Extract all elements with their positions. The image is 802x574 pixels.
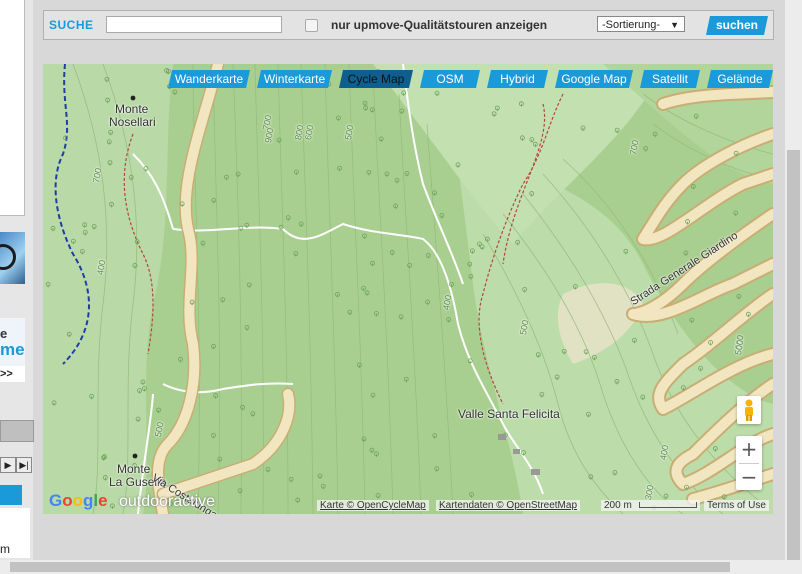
promo-image[interactable] — [0, 232, 25, 284]
terms-of-use-link[interactable]: Terms of Use — [704, 500, 769, 511]
horizontal-scroll-thumb[interactable] — [10, 562, 730, 572]
promo-text-me: me — [0, 340, 25, 359]
google-logo: Google — [49, 491, 108, 510]
scale-bar — [638, 502, 697, 509]
tab-wanderkarte[interactable]: Wanderkarte — [168, 70, 250, 88]
tab-satellit[interactable]: Satellit — [640, 70, 700, 88]
place-label-valle-santa-felicita: Valle Santa Felicita — [458, 407, 560, 421]
next-icon[interactable]: ▶| — [16, 457, 32, 473]
search-bar: SUCHE nur upmove-Qualitätstouren anzeige… — [43, 10, 774, 40]
more-link[interactable]: >> — [0, 366, 25, 382]
tab-cycle-map[interactable]: Cycle Map — [339, 70, 413, 88]
sort-select-value: -Sortierung- — [602, 19, 661, 31]
search-button[interactable]: suchen — [706, 16, 768, 35]
quality-tours-checkbox[interactable] — [305, 19, 318, 32]
vertical-scrollbar[interactable] — [785, 0, 802, 574]
promo-text-e: e — [0, 326, 8, 341]
tab-google-map[interactable]: Google Map — [555, 70, 633, 88]
place-label-nosellari: Nosellari — [109, 115, 156, 129]
zoom-control: + − — [736, 436, 762, 490]
left-sidebar: e me >> ▶ ▶| m — [0, 0, 34, 574]
outdooractive-logo: outdooractive — [119, 493, 216, 510]
tab-hybrid[interactable]: Hybrid — [487, 70, 548, 88]
quality-tours-label[interactable]: nur upmove-Qualitätstouren anzeigen — [331, 18, 547, 32]
pager-controls: ▶ ▶| — [0, 457, 32, 473]
promo-banner[interactable]: e me — [0, 318, 25, 370]
sidebar-accent-block[interactable] — [0, 485, 22, 505]
tab-osm[interactable]: OSM — [420, 70, 480, 88]
vertical-scroll-thumb[interactable] — [787, 150, 800, 560]
zoom-in-button[interactable]: + — [736, 436, 762, 463]
tab-gelaende[interactable]: Gelände — [707, 70, 773, 88]
map-scale: 200 m — [601, 500, 700, 511]
attribution-data-link[interactable]: Kartendaten © OpenStreetMap — [436, 500, 581, 511]
sort-select[interactable]: -Sortierung- ▼ — [597, 16, 685, 32]
sidebar-panel — [0, 0, 25, 216]
map-view[interactable]: 7009008006005008007004005006005004003005… — [43, 64, 773, 514]
scale-text: 200 m — [604, 500, 632, 511]
place-label-monte-2: Monte — [117, 462, 151, 476]
zoom-out-button[interactable]: − — [736, 464, 762, 491]
tab-winterkarte[interactable]: Winterkarte — [257, 70, 332, 88]
dropdown-arrow-icon: ▼ — [670, 20, 679, 30]
sidebar-button[interactable] — [0, 420, 34, 442]
wheel-icon — [0, 244, 16, 270]
place-label-monte: Monte — [115, 102, 149, 116]
attribution-map-link[interactable]: Karte © OpenCycleMap — [317, 500, 429, 511]
search-input[interactable] — [106, 16, 282, 33]
horizontal-scrollbar[interactable] — [0, 560, 785, 574]
street-view-pegman[interactable] — [737, 396, 761, 424]
search-label: SUCHE — [49, 18, 94, 32]
sidebar-snippet: m — [0, 542, 10, 556]
play-icon[interactable]: ▶ — [0, 457, 16, 473]
pegman-icon — [745, 399, 753, 421]
